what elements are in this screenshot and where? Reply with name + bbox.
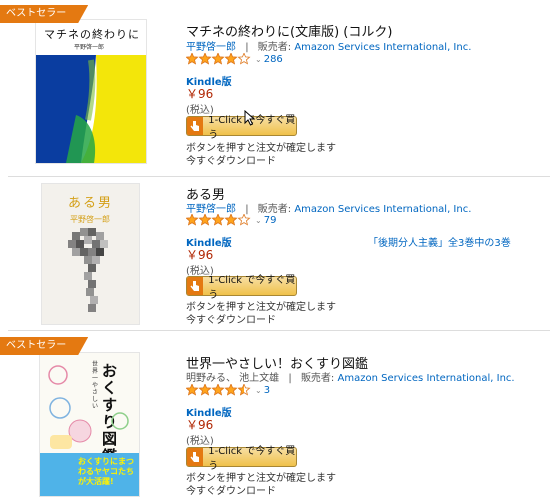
- seller-link[interactable]: Amazon Services International, Inc.: [294, 204, 471, 215]
- rating[interactable]: ⌄ 3: [186, 384, 270, 396]
- star-outline: [237, 214, 251, 226]
- result-item: ベストセラー 世界一やさしい おくすり図鑑 おくすりにまつわるヤヤコたちが大活躍…: [0, 331, 550, 503]
- cover-title: マチネの終わりに: [44, 28, 140, 41]
- meta-separator: |: [288, 373, 292, 384]
- rating-count[interactable]: 79: [264, 215, 277, 226]
- rating[interactable]: ⌄ 286: [186, 53, 283, 65]
- rating-count[interactable]: 286: [264, 54, 283, 65]
- chevron-down-icon[interactable]: ⌄: [255, 216, 262, 225]
- bestseller-badge: ベストセラー: [0, 337, 88, 355]
- star-fill: [199, 214, 211, 226]
- star-fill: [186, 384, 198, 396]
- rating-count[interactable]: 3: [264, 385, 270, 396]
- chevron-down-icon[interactable]: ⌄: [255, 386, 262, 395]
- series-link[interactable]: 「後期分人主義」全3巻中の3巻: [368, 234, 511, 249]
- star-fill: [225, 214, 237, 226]
- result-item: ある男 平野啓一郎 ある男 平野啓一郎 | 販売者: Amazon Servic…: [0, 176, 550, 326]
- star-fill: [212, 384, 224, 396]
- download-note: 今すぐダウンロード: [186, 486, 276, 497]
- buy-button-label: 1-Click で今すぐ買う: [208, 446, 296, 472]
- hand-pointer-icon: [187, 448, 204, 466]
- product-meta: 明野みる、 池上文雄 | 販売者: Amazon Services Intern…: [186, 369, 515, 384]
- cover-banner-text: おくすりにまつわるヤヤコたちが大活躍!: [78, 457, 134, 486]
- price: ￥96: [186, 248, 214, 262]
- seller-link[interactable]: Amazon Services International, Inc.: [294, 42, 471, 53]
- one-click-buy-button[interactable]: 1-Click で今すぐ買う: [186, 115, 297, 141]
- seller-label: 販売者:: [300, 373, 335, 384]
- star-fill: [225, 384, 237, 396]
- price: ￥96: [186, 87, 214, 101]
- download-note: 今すぐダウンロード: [186, 315, 276, 326]
- mouse-cursor-icon: [244, 110, 256, 126]
- star-fill: [212, 214, 224, 226]
- product-meta: 平野啓一郎 | 販売者: Amazon Services Internation…: [186, 200, 471, 215]
- hand-pointer-icon: [187, 117, 204, 135]
- book-cover[interactable]: 世界一やさしい おくすり図鑑 おくすりにまつわるヤヤコたちが大活躍!: [40, 353, 139, 496]
- star-fill: [225, 53, 237, 65]
- cover-art: [68, 228, 108, 312]
- buy-button-label: 1-Click で今すぐ買う: [208, 275, 296, 301]
- book-cover[interactable]: マチネの終わりに 平野啓一郎: [36, 20, 146, 163]
- star-fill: [186, 53, 198, 65]
- price: ￥96: [186, 418, 214, 432]
- seller-label: 販売者:: [257, 42, 292, 53]
- one-click-buy-button[interactable]: 1-Click で今すぐ買う: [186, 275, 297, 301]
- download-note: 今すぐダウンロード: [186, 156, 276, 167]
- star-fill: [212, 53, 224, 65]
- seller-link[interactable]: Amazon Services International, Inc.: [338, 373, 515, 384]
- hand-pointer-icon: [187, 277, 204, 295]
- author-text[interactable]: 明野みる、 池上文雄: [186, 373, 279, 384]
- chevron-down-icon[interactable]: ⌄: [255, 55, 262, 64]
- star-rating-icon: [186, 384, 251, 396]
- star-rating-icon: [186, 214, 251, 226]
- star-fill: [199, 384, 211, 396]
- star-outline: [237, 53, 251, 65]
- book-cover[interactable]: ある男 平野啓一郎: [42, 184, 139, 324]
- bestseller-badge: ベストセラー: [0, 5, 88, 23]
- star-rating-icon: [186, 53, 251, 65]
- rating[interactable]: ⌄ 79: [186, 214, 276, 226]
- meta-separator: |: [245, 42, 249, 53]
- cover-author: 平野啓一郎: [74, 44, 105, 51]
- product-meta: 平野啓一郎 | 販売者: Amazon Services Internation…: [186, 38, 471, 53]
- star-fill: [186, 214, 198, 226]
- author-link[interactable]: 平野啓一郎: [186, 42, 236, 53]
- star-fill: [199, 53, 211, 65]
- result-item: ベストセラー マチネの終わりに 平野啓一郎 マチネの終わりに(文庫版) (コルク…: [0, 0, 550, 175]
- one-click-buy-button[interactable]: 1-Click で今すぐ買う: [186, 446, 297, 472]
- cover-banner: おくすりにまつわるヤヤコたちが大活躍!: [40, 453, 139, 496]
